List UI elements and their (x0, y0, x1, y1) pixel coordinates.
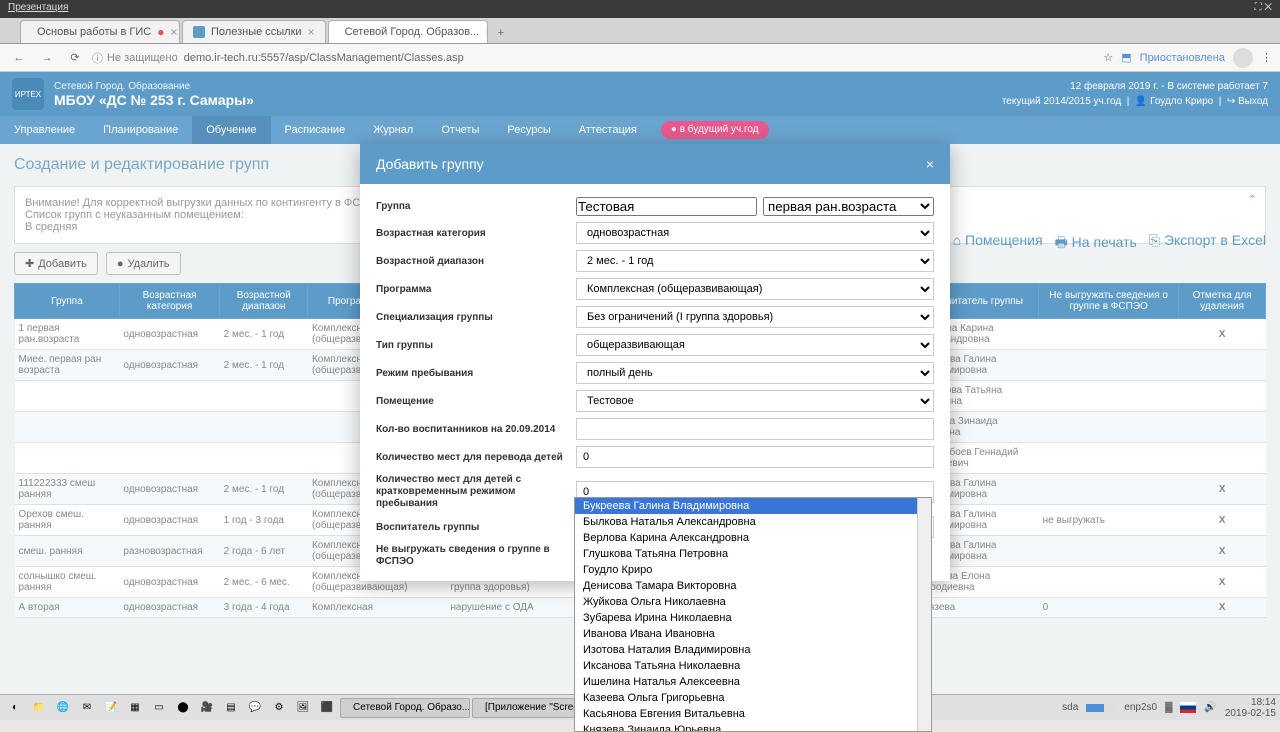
nav-reports[interactable]: Отчеты (427, 116, 493, 144)
tb-icon[interactable]: 📁 (28, 698, 50, 718)
nav-planning[interactable]: Планирование (89, 116, 192, 144)
close-icon[interactable]: × (170, 25, 177, 39)
main-nav: Управление Планирование Обучение Расписа… (0, 116, 1280, 144)
menu-icon[interactable]: ⋮ (1261, 51, 1272, 64)
rooms-link[interactable]: ⌂ Помещения (953, 232, 1043, 256)
security-indicator[interactable]: ⓘ Не защищено (92, 50, 178, 66)
print-link[interactable]: 🖶 На печать (1055, 232, 1137, 256)
room-select[interactable]: Тестовое (576, 390, 934, 412)
tab-1[interactable]: Полезные ссылки× (182, 20, 326, 43)
reload-button[interactable]: ⟳ (64, 47, 86, 69)
taskbar-task[interactable]: Сетевой Город. Образо... (340, 698, 470, 718)
app-title: МБОУ «ДС № 253 г. Самары» (54, 92, 992, 108)
tb-icon[interactable]: ▭ (148, 698, 170, 718)
address-bar: ← → ⟳ ⓘ Не защищено demo.ir-tech.ru:5557… (0, 44, 1280, 72)
dropdown-item[interactable]: Казеева Ольга Григорьевна (575, 690, 931, 706)
add-button[interactable]: ✚ Добавить (14, 252, 98, 275)
back-button[interactable]: ← (8, 47, 30, 69)
column-header[interactable]: Группа (15, 284, 120, 319)
future-year-pill[interactable]: ● в будущий уч.год (661, 121, 769, 139)
scrollbar[interactable] (917, 498, 931, 731)
suspended-label: Приостановлена (1140, 52, 1225, 64)
presentation-link[interactable]: Презентация (8, 2, 68, 16)
count-input[interactable] (576, 418, 934, 440)
app-header: ИРТЕХ Сетевой Город. Образование МБОУ «Д… (0, 72, 1280, 116)
start-icon[interactable]: ◐ (4, 698, 26, 718)
tb-icon[interactable]: ✉ (76, 698, 98, 718)
dropdown-item[interactable]: Гоудло Криро (575, 562, 931, 578)
delete-button[interactable]: ● Удалить (106, 252, 181, 275)
tb-icon[interactable]: 💬 (244, 698, 266, 718)
dropdown-item[interactable]: Жуйкова Ольга Николаевна (575, 594, 931, 610)
window-controls[interactable]: ⛶ ✕ (1255, 2, 1272, 16)
nav-education[interactable]: Обучение (192, 116, 270, 144)
dropdown-item[interactable]: Князева Зинаида Юрьевна (575, 722, 931, 732)
nav-journal[interactable]: Журнал (359, 116, 427, 144)
program-select[interactable]: Комплексная (общеразвивающая) (576, 278, 934, 300)
flag-icon[interactable] (1180, 702, 1196, 713)
add-group-modal: Добавить группу × Группа первая ран.возр… (360, 144, 950, 581)
spec-select[interactable]: Без ограничений (I группа здоровья) (576, 306, 934, 328)
exit-link[interactable]: Выход (1238, 96, 1268, 107)
dropdown-item[interactable]: Верлова Карина Александровна (575, 530, 931, 546)
age-range-select[interactable]: 2 мес. - 1 год (576, 250, 934, 272)
tb-icon[interactable]: 🌐 (52, 698, 74, 718)
tb-icon[interactable]: ⬛ (316, 698, 338, 718)
teacher-dropdown-list[interactable]: Букреева Галина ВладимировнаБылкова Ната… (574, 497, 932, 732)
nav-schedule[interactable]: Расписание (271, 116, 360, 144)
dropdown-item[interactable]: Былкова Наталья Александровна (575, 514, 931, 530)
nav-attestation[interactable]: Аттестация (565, 116, 651, 144)
close-icon[interactable]: × (485, 25, 487, 39)
star-icon[interactable]: ☆ (1103, 51, 1113, 64)
tb-icon[interactable]: ⚙ (268, 698, 290, 718)
column-header[interactable]: Отметка для удаления (1179, 284, 1266, 319)
dropdown-item[interactable]: Изотова Наталия Владимировна (575, 642, 931, 658)
age-category-select[interactable]: одновозрастная (576, 222, 934, 244)
app-subtitle: Сетевой Город. Образование (54, 81, 992, 92)
dropdown-item[interactable]: Иксанова Татьяна Николаевна (575, 658, 931, 674)
dropdown-item[interactable]: Глушкова Татьяна Петровна (575, 546, 931, 562)
dropdown-item[interactable]: Зубарева Ирина Николаевна (575, 610, 931, 626)
header-date: 12 февраля 2019 г. - В системе работает … (1002, 79, 1268, 94)
column-header[interactable]: Не выгружать сведения о группе в ФСПЭО (1039, 284, 1179, 319)
tab-2[interactable]: Сетевой Город. Образов...× (328, 20, 488, 43)
close-icon[interactable]: × (308, 25, 315, 39)
os-topbar: Презентация ⛶ ✕ (0, 0, 1280, 18)
export-link[interactable]: ⎘ Экспорт в Excel (1149, 232, 1266, 256)
browser-tabs: Основы работы в ГИС●× Полезные ссылки× С… (0, 18, 1280, 44)
tb-icon[interactable]: 📝 (100, 698, 122, 718)
tb-icon[interactable]: ▦ (124, 698, 146, 718)
dropdown-item[interactable]: Денисова Тамара Викторовна (575, 578, 931, 594)
group-input[interactable] (576, 197, 757, 216)
toolbar-right: ⌂ Помещения 🖶 На печать ⎘ Экспорт в Exce… (953, 232, 1266, 256)
group-select[interactable]: первая ран.возраста (763, 197, 934, 216)
forward-button[interactable]: → (36, 47, 58, 69)
transfer-input[interactable] (576, 446, 934, 468)
mode-select[interactable]: полный день (576, 362, 934, 384)
tab-0[interactable]: Основы работы в ГИС●× (20, 20, 180, 43)
app-logo: ИРТЕХ (12, 78, 44, 110)
dropdown-item[interactable]: Иванова Ивана Ивановна (575, 626, 931, 642)
modal-title: Добавить группу (376, 156, 484, 172)
column-header[interactable]: Возрастной диапазон (220, 284, 308, 319)
collapse-icon[interactable]: ⌃ (1248, 193, 1257, 206)
tb-icon[interactable]: ⬤ (172, 698, 194, 718)
new-tab-button[interactable]: + (490, 23, 512, 43)
nav-management[interactable]: Управление (0, 116, 89, 144)
nav-resources[interactable]: Ресурсы (493, 116, 564, 144)
tb-icon[interactable]: ▤ (220, 698, 242, 718)
avatar-icon[interactable] (1233, 48, 1253, 68)
dropdown-item[interactable]: Букреева Галина Владимировна (575, 498, 931, 514)
url-display[interactable]: demo.ir-tech.ru:5557/asp/ClassManagement… (184, 52, 464, 64)
column-header[interactable]: Возрастная категория (119, 284, 219, 319)
dropdown-item[interactable]: Ишелина Наталья Алексеевна (575, 674, 931, 690)
tb-icon[interactable]: 🖼 (292, 698, 314, 718)
close-icon[interactable]: × (926, 156, 934, 172)
type-select[interactable]: общеразвивающая (576, 334, 934, 356)
tb-icon[interactable]: 🎥 (196, 698, 218, 718)
